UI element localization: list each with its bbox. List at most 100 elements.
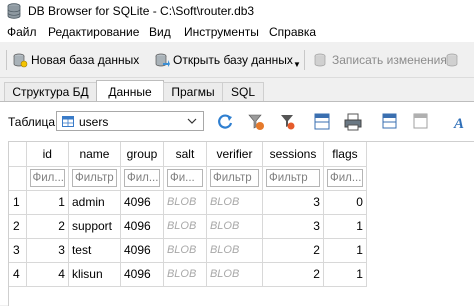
cell-flags[interactable]: 1: [323, 262, 367, 287]
cell-id[interactable]: 1: [26, 190, 69, 215]
column-header-name[interactable]: name: [68, 142, 121, 167]
filter-cell-salt: Фи...: [163, 166, 207, 191]
table-row[interactable]: 4 4 klisun 4096 BLOB BLOB 2 1: [9, 262, 367, 287]
data-grid: id name group salt verifier sessions fla…: [8, 141, 474, 306]
menu-view[interactable]: Вид: [149, 25, 171, 39]
cell-id[interactable]: 4: [26, 262, 69, 287]
menu-help[interactable]: Справка: [269, 25, 316, 39]
revert-changes-icon[interactable]: [444, 52, 462, 68]
filter-input-name[interactable]: Фильтр: [71, 169, 117, 187]
tab-database-structure[interactable]: Структура БД: [4, 82, 97, 101]
menu-file[interactable]: Файл: [7, 25, 37, 39]
cell-sessions[interactable]: 3: [262, 190, 324, 215]
filter-cell-group: Фил...: [120, 166, 164, 191]
open-database-dropdown-icon[interactable]: ▼: [293, 60, 301, 69]
window-title: DB Browser for SQLite - C:\Soft\router.d…: [28, 4, 255, 18]
cell-salt[interactable]: BLOB: [163, 190, 207, 215]
tab-database-structure-label: Структура БД: [12, 85, 89, 99]
table-icon: [62, 116, 74, 127]
cell-sessions[interactable]: 2: [262, 238, 324, 263]
chevron-down-icon: [187, 118, 197, 124]
column-header-verifier[interactable]: verifier: [206, 142, 263, 167]
cell-salt[interactable]: BLOB: [163, 262, 207, 287]
new-database-label: Новая база данных: [31, 53, 140, 67]
column-header-sessions[interactable]: sessions: [262, 142, 324, 167]
cell-verifier[interactable]: BLOB: [206, 214, 263, 239]
new-database-button[interactable]: Новая база данных: [12, 51, 139, 69]
svg-text:A: A: [453, 116, 464, 131]
menu-tools[interactable]: Инструменты: [184, 25, 259, 39]
cell-flags[interactable]: 1: [323, 214, 367, 239]
cell-flags[interactable]: 1: [323, 238, 367, 263]
cell-group[interactable]: 4096: [120, 262, 164, 287]
write-changes-icon: [314, 53, 326, 67]
cell-name[interactable]: test: [68, 238, 121, 263]
filter-cell-verifier: Фильтр: [206, 166, 263, 191]
table-select[interactable]: users: [56, 111, 204, 131]
open-database-button[interactable]: Открыть базу данных: [154, 51, 293, 69]
tab-pragmas[interactable]: Прагмы: [163, 82, 223, 101]
cell-flags[interactable]: 0: [323, 190, 367, 215]
cell-group[interactable]: 4096: [120, 214, 164, 239]
cell-group[interactable]: 4096: [120, 190, 164, 215]
row-number[interactable]: 2: [9, 214, 27, 239]
menu-edit[interactable]: Редактирование: [48, 25, 139, 39]
write-changes-button[interactable]: Записать изменения: [313, 51, 447, 69]
filter-cell-id: Фил...: [26, 166, 69, 191]
delete-record-icon[interactable]: [413, 113, 431, 131]
cell-verifier[interactable]: BLOB: [206, 262, 263, 287]
insert-record-icon[interactable]: [382, 113, 400, 131]
data-table: id name group salt verifier sessions fla…: [9, 142, 367, 287]
filter-cell-flags: Фил...: [323, 166, 367, 191]
filter-input-verifier[interactable]: Фильтр: [209, 169, 259, 187]
cell-group[interactable]: 4096: [120, 238, 164, 263]
tab-sql-label: SQL: [230, 85, 255, 99]
cell-name[interactable]: klisun: [68, 262, 121, 287]
cell-verifier[interactable]: BLOB: [206, 190, 263, 215]
filter-input-sessions[interactable]: Фильтр: [265, 169, 320, 187]
column-header-row: id name group salt verifier sessions fla…: [9, 142, 367, 167]
row-number[interactable]: 4: [9, 262, 27, 287]
table-row[interactable]: 2 2 support 4096 BLOB BLOB 3 1: [9, 214, 367, 239]
toolbar-grip: [6, 50, 7, 70]
row-number[interactable]: 1: [9, 190, 27, 215]
corner-cell[interactable]: [9, 142, 27, 167]
clear-filters-icon[interactable]: [247, 113, 265, 131]
cell-sessions[interactable]: 2: [262, 262, 324, 287]
refresh-icon[interactable]: [216, 113, 234, 131]
column-header-salt[interactable]: salt: [163, 142, 207, 167]
font-format-icon[interactable]: A: [452, 113, 470, 131]
save-filter-icon[interactable]: [278, 113, 296, 131]
cell-verifier[interactable]: BLOB: [206, 238, 263, 263]
cell-id[interactable]: 3: [26, 238, 69, 263]
cell-sessions[interactable]: 3: [262, 214, 324, 239]
column-header-flags[interactable]: flags: [323, 142, 367, 167]
title-bar: DB Browser for SQLite - C:\Soft\router.d…: [0, 0, 474, 22]
open-database-label: Открыть базу данных: [173, 53, 293, 67]
cell-salt[interactable]: BLOB: [163, 238, 207, 263]
table-label: Таблица:: [8, 115, 59, 129]
row-number[interactable]: 3: [9, 238, 27, 263]
database-app-icon: [7, 3, 21, 19]
filter-row-corner: [9, 166, 27, 191]
menu-bar: Файл Редактирование Вид Инструменты Спра…: [0, 22, 474, 42]
cell-name[interactable]: support: [68, 214, 121, 239]
cell-salt[interactable]: BLOB: [163, 214, 207, 239]
tab-pragmas-label: Прагмы: [171, 85, 215, 99]
column-header-group[interactable]: group: [120, 142, 164, 167]
column-header-id[interactable]: id: [26, 142, 69, 167]
filter-input-salt[interactable]: Фи...: [166, 169, 203, 187]
write-changes-label: Записать изменения: [332, 53, 447, 67]
filter-row: Фил... Фильтр Фил... Фи... Фильтр Фильтр…: [9, 166, 367, 191]
filter-input-group[interactable]: Фил...: [123, 169, 160, 187]
tab-browse-data[interactable]: Данные: [96, 80, 164, 102]
filter-input-flags[interactable]: Фил...: [326, 169, 363, 187]
table-row[interactable]: 1 1 admin 4096 BLOB BLOB 3 0: [9, 190, 367, 215]
cell-name[interactable]: admin: [68, 190, 121, 215]
print-icon[interactable]: [344, 113, 362, 131]
filter-input-id[interactable]: Фил...: [29, 169, 65, 187]
save-table-icon[interactable]: [314, 113, 332, 131]
table-row[interactable]: 3 3 test 4096 BLOB BLOB 2 1: [9, 238, 367, 263]
tab-sql[interactable]: SQL: [222, 82, 264, 101]
cell-id[interactable]: 2: [26, 214, 69, 239]
